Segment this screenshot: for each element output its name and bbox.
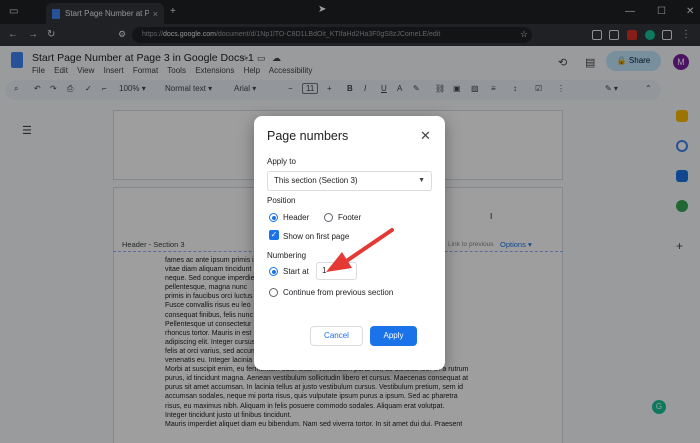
close-icon[interactable]: ✕ [420,128,431,144]
dialog-title: Page numbers [267,129,349,143]
show-first-page-label[interactable]: Show on first page [283,232,349,241]
apply-button[interactable]: Apply [370,326,417,346]
continue-radio[interactable] [269,288,278,297]
start-at-label[interactable]: Start at [283,267,309,276]
chevron-down-icon: ▼ [418,177,425,184]
footer-radio[interactable] [324,213,333,222]
apply-to-select[interactable]: This section (Section 3) ▼ [267,171,432,191]
numbering-label: Numbering [267,251,307,260]
footer-option-label[interactable]: Footer [338,213,361,222]
position-label: Position [267,196,296,205]
page-numbers-dialog: Page numbers ✕ Apply to This section (Se… [254,116,445,370]
header-option-label[interactable]: Header [283,213,309,222]
continue-option-label[interactable]: Continue from previous section [283,288,393,297]
cancel-button[interactable]: Cancel [310,326,363,346]
header-radio[interactable] [269,213,278,222]
apply-to-label: Apply to [267,157,296,166]
start-at-input[interactable]: 1 [316,262,357,280]
show-first-page-checkbox[interactable]: ✓ [269,230,279,240]
apply-to-value: This section (Section 3) [274,176,358,185]
start-at-radio[interactable] [269,267,278,276]
